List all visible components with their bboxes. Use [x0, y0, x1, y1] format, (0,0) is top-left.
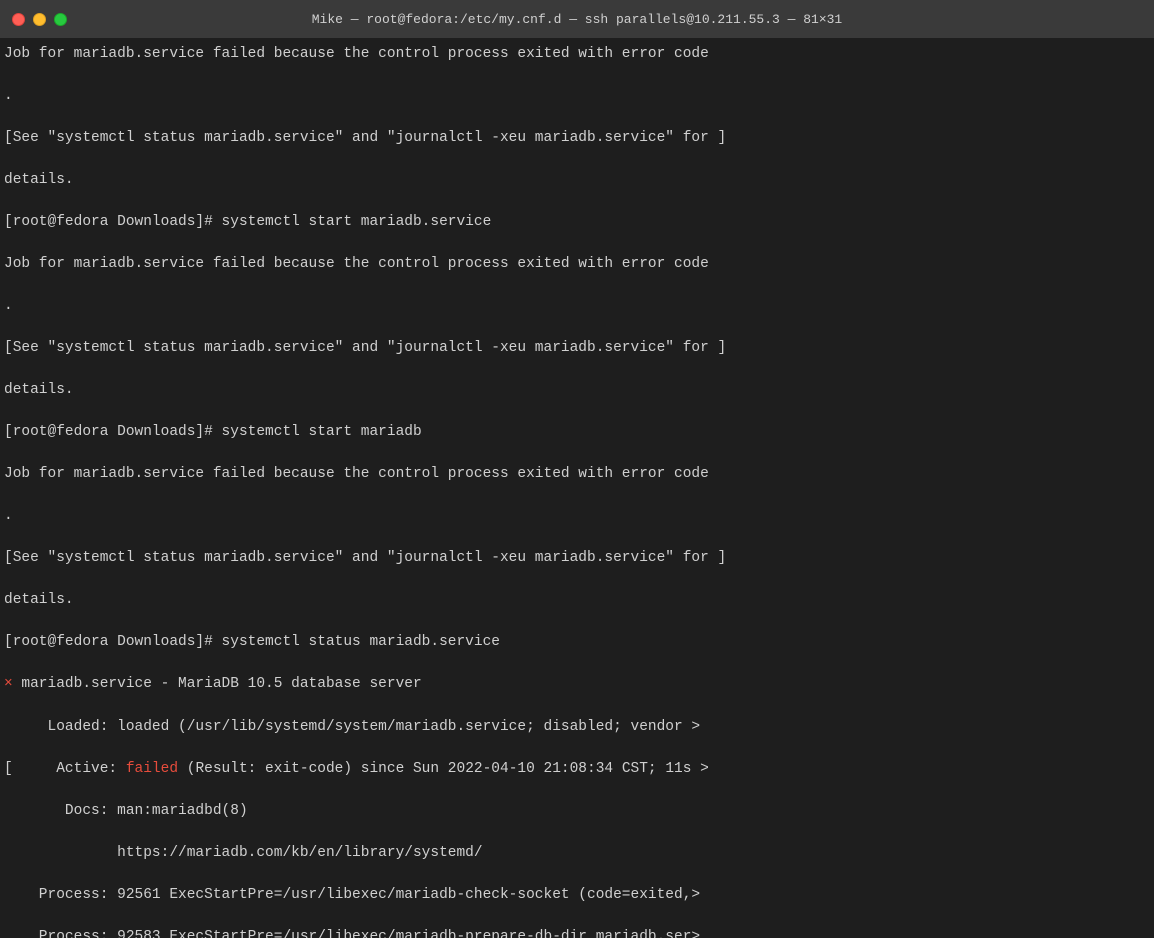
- terminal-line: [See "systemctl status mariadb.service" …: [4, 338, 1150, 359]
- terminal-line: [root@fedora Downloads]# systemctl statu…: [4, 632, 1150, 653]
- traffic-light-red[interactable]: [12, 13, 25, 26]
- terminal-line: [root@fedora Downloads]# systemctl start…: [4, 212, 1150, 233]
- window-title: Mike — root@fedora:/etc/my.cnf.d — ssh p…: [312, 12, 843, 27]
- terminal-line: .: [4, 86, 1150, 107]
- terminal-line: details.: [4, 590, 1150, 611]
- terminal-line: Process: 92561 ExecStartPre=/usr/libexec…: [4, 885, 1150, 906]
- terminal-line: Job for mariadb.service failed because t…: [4, 44, 1150, 65]
- terminal-line: Job for mariadb.service failed because t…: [4, 464, 1150, 485]
- terminal-body[interactable]: Job for mariadb.service failed because t…: [0, 38, 1154, 938]
- terminal-line: Process: 92583 ExecStartPre=/usr/libexec…: [4, 927, 1150, 938]
- terminal-line: Docs: man:mariadbd(8): [4, 801, 1150, 822]
- terminal-line: .: [4, 296, 1150, 317]
- terminal-line: details.: [4, 380, 1150, 401]
- terminal-line: × mariadb.service - MariaDB 10.5 databas…: [4, 674, 1150, 695]
- title-bar: Mike — root@fedora:/etc/my.cnf.d — ssh p…: [0, 0, 1154, 38]
- terminal-line: details.: [4, 170, 1150, 191]
- terminal-line: .: [4, 506, 1150, 527]
- terminal-line: Job for mariadb.service failed because t…: [4, 254, 1150, 275]
- terminal-line: https://mariadb.com/kb/en/library/system…: [4, 843, 1150, 864]
- terminal-line: [root@fedora Downloads]# systemctl start…: [4, 422, 1150, 443]
- terminal-line: [ Active: failed (Result: exit-code) sin…: [4, 759, 1150, 780]
- terminal-line: [See "systemctl status mariadb.service" …: [4, 548, 1150, 569]
- traffic-light-yellow[interactable]: [33, 13, 46, 26]
- terminal-line: Loaded: loaded (/usr/lib/systemd/system/…: [4, 717, 1150, 738]
- traffic-light-green[interactable]: [54, 13, 67, 26]
- terminal-line: [See "systemctl status mariadb.service" …: [4, 128, 1150, 149]
